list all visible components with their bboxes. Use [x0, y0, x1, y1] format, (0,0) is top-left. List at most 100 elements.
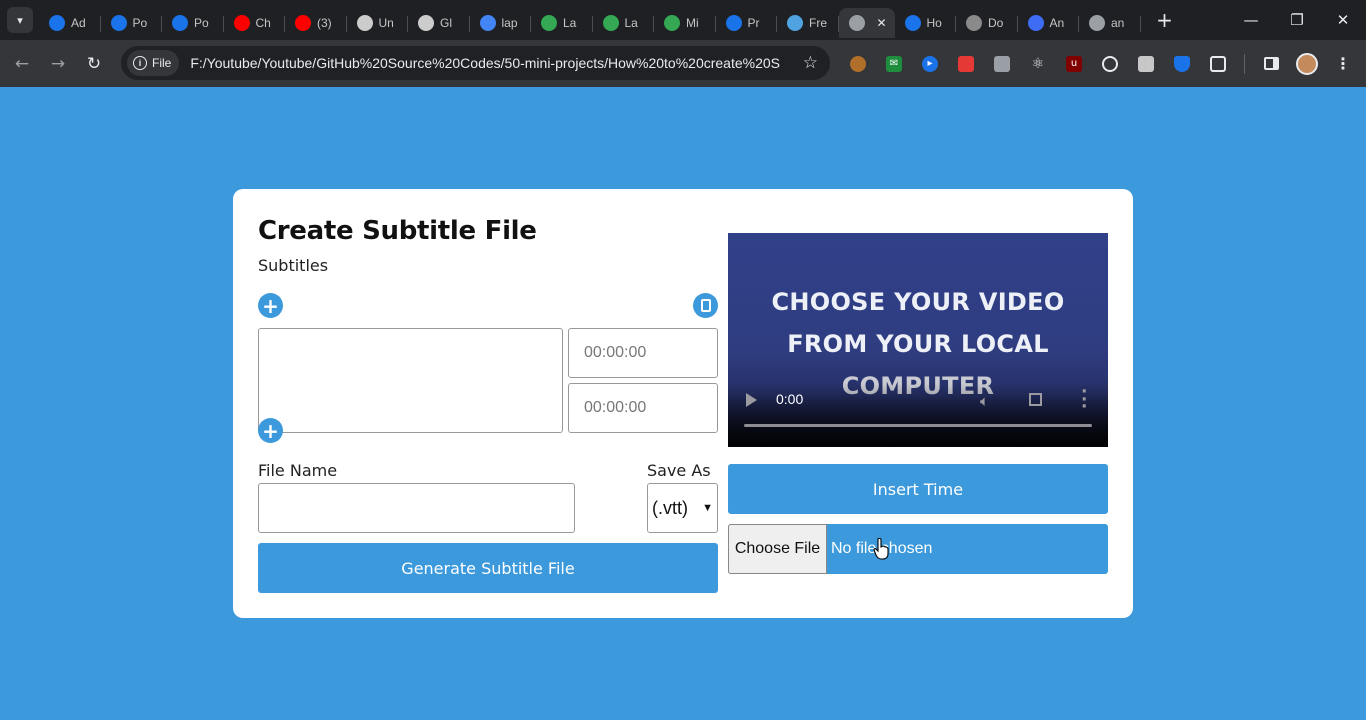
reload-button[interactable]: ↻ — [76, 46, 112, 82]
page-title: Create Subtitle File — [258, 216, 537, 246]
video-time: 0:00 — [776, 391, 804, 407]
mail-extension-button[interactable]: ✉ — [876, 46, 912, 82]
site-info-chip[interactable]: i File — [127, 50, 180, 76]
address-bar[interactable]: i File F:/Youtube/Youtube/GitHub%20Sourc… — [121, 46, 830, 80]
subtitle-text-area[interactable] — [258, 328, 563, 433]
puzzle-icon — [1210, 55, 1226, 72]
shield-icon — [1174, 55, 1190, 72]
volume-icon[interactable]: 🔈︎ — [980, 392, 989, 410]
insert-time-button[interactable]: Insert Time — [728, 464, 1108, 514]
profile-button[interactable] — [1289, 46, 1325, 82]
globe-icon — [848, 15, 865, 31]
youtube-icon — [295, 15, 311, 31]
end-time-input[interactable]: 00:00:00 — [568, 383, 718, 433]
bookmark-star-icon[interactable]: ☆ — [803, 53, 818, 73]
chevron-down-icon: ▼ — [702, 502, 713, 514]
react-extension-button[interactable]: ⚛ — [1020, 46, 1056, 82]
more-vert-icon[interactable]: · · · — [1081, 384, 1087, 416]
image-icon — [966, 15, 982, 31]
extensions-button[interactable] — [1200, 46, 1236, 82]
ublock-icon: u — [1066, 55, 1082, 72]
green-circle-icon — [664, 15, 680, 31]
tab-strip: ▾ Ad Po Po Ch (3) Un Gl lap La La Mi Pr Fre ✕ Ho Do An an… — [0, 0, 1366, 40]
tab-label: Po — [194, 16, 209, 30]
forward-button[interactable]: → — [40, 46, 76, 82]
poster-line-1: CHOOSE YOUR VIDEO — [771, 288, 1065, 316]
tab-12[interactable]: Pr — [716, 8, 778, 38]
choose-file-button[interactable]: Choose File — [728, 524, 827, 574]
camera-extension-button[interactable] — [984, 46, 1020, 82]
add-subtitle-above-button[interactable]: + — [258, 293, 283, 318]
tab-4[interactable]: Ch — [224, 8, 286, 38]
restore-button[interactable]: ❐ — [1274, 0, 1320, 40]
layers-icon — [356, 15, 373, 31]
tab-16[interactable]: Do — [956, 8, 1018, 38]
plus-icon: + — [262, 293, 279, 318]
tab-7[interactable]: Gl — [408, 8, 470, 38]
tab-label: an — [1111, 16, 1125, 30]
file-name-input[interactable] — [258, 483, 575, 533]
tab-10[interactable]: La — [593, 8, 655, 38]
play-icon[interactable] — [746, 393, 757, 407]
camera-icon — [994, 55, 1010, 72]
minimize-button[interactable]: — — [1228, 0, 1274, 40]
shield-extension-button[interactable] — [1164, 46, 1200, 82]
menu-button[interactable]: ⋮ — [1325, 46, 1361, 82]
side-panel-button[interactable] — [1253, 46, 1289, 82]
green-circle-icon — [602, 15, 619, 31]
video-file-input[interactable]: Choose File No file chosen — [728, 524, 1108, 574]
redbox-extension-button[interactable] — [948, 46, 984, 82]
tab-2[interactable]: Po — [101, 8, 163, 38]
fullscreen-icon[interactable] — [1029, 393, 1042, 406]
tab-11[interactable]: Mi — [654, 8, 716, 38]
tab-8[interactable]: lap — [470, 8, 532, 38]
seek-bar[interactable] — [744, 424, 1092, 427]
tab-label: Pr — [747, 16, 760, 30]
tab-search-button[interactable]: ▾ — [7, 7, 33, 33]
format-select[interactable]: (.vtt) ▼ — [647, 483, 718, 533]
tab-3[interactable]: Po — [162, 8, 224, 38]
video-player[interactable]: CHOOSE YOUR VIDEO FROM YOUR LOCAL COMPUT… — [728, 233, 1108, 447]
mail-icon: ✉ — [886, 55, 902, 72]
close-icon: ✕ — [1336, 11, 1350, 29]
side-panel-icon — [1263, 57, 1279, 70]
generate-subtitle-button[interactable]: Generate Subtitle File — [258, 543, 718, 593]
start-time-input[interactable]: 00:00:00 — [568, 328, 718, 378]
tab-1[interactable]: Ad — [39, 8, 101, 38]
plus-icon: + — [262, 418, 279, 443]
add-subtitle-below-button[interactable]: + — [258, 418, 283, 443]
close-icon[interactable]: ✕ — [876, 16, 886, 30]
file-name-label: File Name — [258, 461, 338, 480]
tab-label: Ad — [71, 16, 86, 30]
toolbar-divider — [1244, 53, 1245, 74]
back-button[interactable]: ← — [4, 46, 40, 82]
tab-13[interactable]: Fre — [777, 8, 839, 38]
tab-15[interactable]: Ho — [895, 8, 957, 38]
tab-label: Gl — [440, 16, 452, 30]
play-extension-button[interactable]: ▸ — [912, 46, 948, 82]
tab-label: La — [624, 16, 638, 30]
tab-18[interactable]: an — [1079, 8, 1141, 38]
format-selected-value: (.vtt) — [652, 497, 688, 518]
tab-label: Un — [378, 16, 394, 30]
target-icon — [1102, 55, 1118, 72]
tab-9[interactable]: La — [531, 8, 593, 38]
react-icon: ⚛ — [1031, 55, 1045, 72]
tab-17[interactable]: An — [1018, 8, 1080, 38]
target-extension-button[interactable] — [1092, 46, 1128, 82]
plus-icon: + — [1156, 8, 1173, 32]
image-extension-button[interactable] — [1128, 46, 1164, 82]
tab-label: Do — [988, 16, 1004, 30]
cookie-extension-button[interactable] — [840, 46, 876, 82]
ublock-extension-button[interactable]: u — [1056, 46, 1092, 82]
url-text[interactable]: F:/Youtube/Youtube/GitHub%20Source%20Cod… — [190, 55, 780, 71]
green-circle-icon — [541, 15, 557, 31]
tab-6[interactable]: Un — [347, 8, 409, 38]
new-tab-button[interactable]: + — [1151, 6, 1179, 34]
arrow-right-icon: → — [50, 53, 66, 74]
tab-14[interactable]: ✕ — [838, 8, 895, 38]
close-window-button[interactable]: ✕ — [1320, 0, 1366, 40]
delete-subtitle-button[interactable] — [693, 293, 718, 318]
poster-line-2: FROM YOUR LOCAL — [787, 330, 1049, 358]
tab-5[interactable]: (3) — [285, 8, 347, 38]
